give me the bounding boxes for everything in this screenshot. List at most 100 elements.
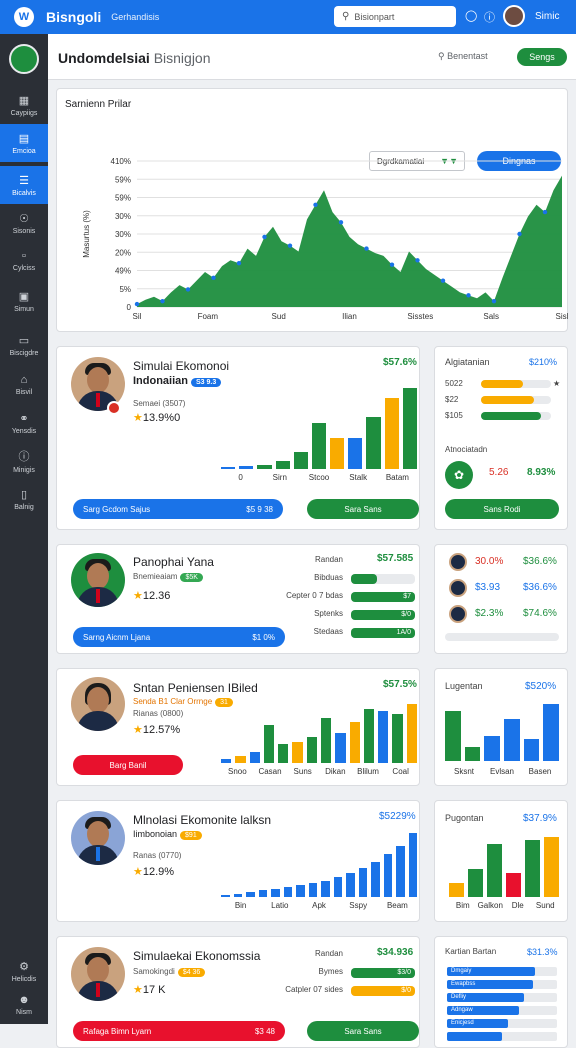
- x-tick-label: Sud: [272, 312, 286, 321]
- profile-price: $57.6%: [383, 357, 417, 368]
- chart-bar: [306, 736, 317, 763]
- side2-right-value: $36.6%: [523, 582, 557, 593]
- header-action-button[interactable]: Sengs: [517, 48, 567, 66]
- profile-photo: [71, 553, 125, 607]
- star-icon: ★: [553, 379, 561, 388]
- profile-value: ★17 K: [133, 984, 166, 996]
- sidebar-item-9[interactable]: ⚭ Yensdis: [0, 404, 48, 442]
- metric-bar: 1A/0: [351, 628, 415, 638]
- sidebar-item-6[interactable]: ▣ Simun: [0, 282, 48, 320]
- profile2-primary-button[interactable]: Sarng Aicnm Ljana $1 0%: [73, 627, 285, 647]
- area-series: [137, 175, 562, 307]
- header-search[interactable]: ⚲ Benentast: [438, 51, 488, 62]
- x-label: Blilum: [357, 767, 379, 776]
- profile-photo: [71, 947, 125, 1001]
- sidebar-item-3[interactable]: ☰ Bicalvis: [0, 166, 48, 204]
- info-icon[interactable]: ⓘ: [484, 9, 495, 25]
- people-icon: ☻: [18, 994, 30, 1006]
- x-label: Casan: [258, 767, 282, 776]
- sidebar-item-11[interactable]: ▯ Balnig: [0, 480, 48, 518]
- side5-track: Defliy: [447, 993, 557, 1002]
- data-point: [415, 258, 420, 263]
- y-tick-label: 20%: [115, 248, 131, 257]
- profile1-secondary-button[interactable]: Sara Sans: [307, 499, 419, 519]
- metric-label: Sptenks: [314, 609, 343, 618]
- metric-value: $34.936: [377, 947, 414, 958]
- y-tick-label: 59%: [115, 194, 131, 203]
- side4-bar-chart: [449, 831, 559, 897]
- progress-fill: [481, 396, 534, 404]
- profile-price: $5229%: [379, 811, 416, 822]
- chart-bar: [371, 862, 380, 897]
- chart-bar: [523, 739, 540, 761]
- sidebar-item-2[interactable]: ▤ Emcioa: [0, 124, 48, 162]
- chart-bar: [406, 703, 417, 763]
- chart-bar: [221, 467, 236, 469]
- user-avatar[interactable]: [503, 5, 525, 27]
- x-label: Apk: [312, 901, 326, 910]
- x-tick-label: Sisstes: [407, 312, 433, 321]
- side-card-2: 30.0% $36.6% $3.93 $36.6% $2.3% $74.6%: [434, 544, 568, 654]
- metric-fill: [351, 574, 377, 584]
- chart-bar: [246, 892, 255, 897]
- side5-label: Adngaw: [451, 1007, 473, 1013]
- sidebar-item-5[interactable]: ▫ Cylciss: [0, 242, 48, 280]
- x-label: Suns: [293, 767, 312, 776]
- chart-bar: [484, 736, 500, 761]
- user-name[interactable]: Simic: [535, 11, 559, 22]
- x-label: Bim: [455, 901, 470, 910]
- sidebar-avatar[interactable]: [9, 44, 39, 74]
- sidebar-item-1[interactable]: ▦ Caypiigs: [0, 86, 48, 124]
- profile5-primary-button[interactable]: Rafaga Bimn Lyarn $3 48: [73, 1021, 285, 1041]
- side5-track: Dmgaiy: [447, 967, 557, 976]
- data-point: [185, 287, 191, 292]
- profile-value: ★12.36: [133, 590, 171, 602]
- x-label: Batam: [385, 473, 409, 482]
- calc-icon: ▣: [18, 290, 30, 303]
- mini-avatar: [449, 605, 467, 623]
- side5-label: Enicjesd: [451, 1020, 474, 1026]
- data-point: [262, 234, 267, 240]
- top-search-input[interactable]: ⚲ Bisionpart: [334, 6, 456, 27]
- main-chart-card: Sarnienn Prilar Dgrdkamatiai ▼▼ Dingnas 0…: [56, 88, 569, 332]
- chart-bar: [308, 882, 317, 897]
- y-tick-label: 59%: [115, 175, 131, 184]
- x-label: Sspy: [349, 901, 368, 910]
- sidebar-item-7[interactable]: ▭ Biscigdre: [0, 326, 48, 364]
- top-bar: W Bisngoli Gerhandisis ⚲ Bisionpart ◯ ⓘ S…: [0, 0, 576, 34]
- side5-title: Kartian Bartan: [445, 947, 497, 956]
- profile-photo: [71, 811, 125, 865]
- side4-price: $37.9%: [523, 813, 557, 824]
- chart-bar: [363, 708, 375, 763]
- sidebar-item-people[interactable]: ☻ Nism: [0, 986, 48, 1024]
- profile1-primary-button[interactable]: Sarg Gcdom Sajus $5 9 38: [73, 499, 283, 519]
- app-logo-icon[interactable]: W: [14, 7, 34, 27]
- chart-bar: [321, 717, 332, 763]
- chart-bar: [233, 893, 242, 897]
- chart-bar: [392, 714, 403, 763]
- side1-button[interactable]: Sans Rodi: [445, 499, 559, 519]
- x-label: Coal: [392, 767, 409, 776]
- chart-bar: [258, 890, 267, 897]
- profile5-secondary-button[interactable]: Sara Sans: [307, 1021, 419, 1041]
- sidebar-item-10[interactable]: ⓘ Minigis: [0, 442, 48, 480]
- metric-value: 1A/0: [396, 629, 411, 636]
- chart-bar: [278, 744, 289, 763]
- y-tick-label: 5%: [119, 285, 131, 294]
- sidebar-item-4[interactable]: ☉ Sisonis: [0, 204, 48, 242]
- chart-bar: [239, 466, 254, 469]
- sidebar-item-settings[interactable]: ⚙ Helicdis: [0, 952, 48, 990]
- chart-bar: [378, 711, 389, 763]
- progress-fill: [481, 380, 523, 388]
- profile3-button[interactable]: Barg Banil: [73, 755, 183, 775]
- chat-icon[interactable]: ◯: [465, 9, 477, 22]
- sidebar-item-8[interactable]: ⌂ Bisvil: [0, 366, 48, 404]
- side1-title: Algiatanian: [445, 357, 490, 367]
- brand-name: Bisngoli: [46, 9, 102, 25]
- side2-right-value: $74.6%: [523, 608, 557, 619]
- doc-icon: ▫: [22, 250, 26, 262]
- chart-bar: [487, 843, 502, 897]
- chart-bar: [366, 417, 381, 469]
- metric-value: $/0: [401, 611, 411, 618]
- search-icon: ⚲: [342, 11, 350, 22]
